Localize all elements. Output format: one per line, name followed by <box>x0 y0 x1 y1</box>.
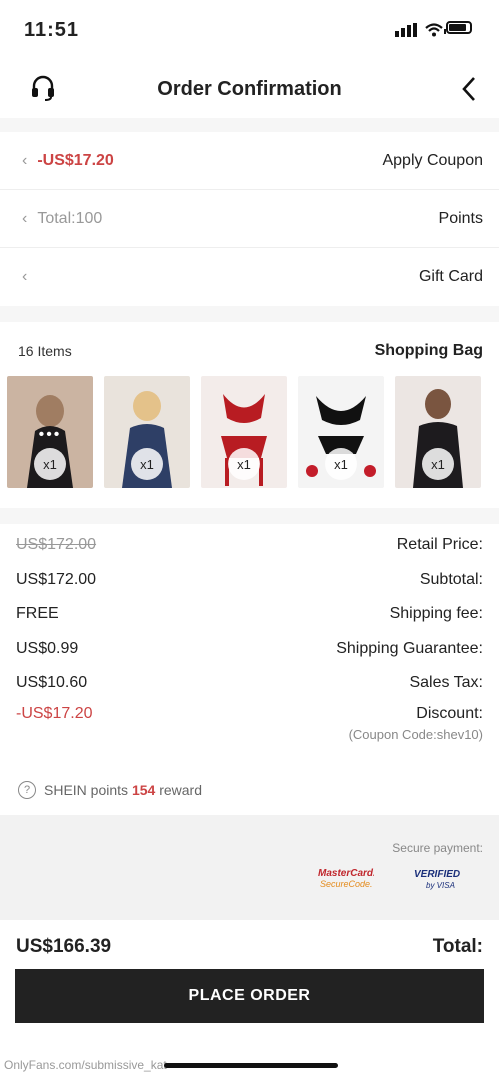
mastercard-securecode-logo: MasterCard. SecureCode. <box>318 866 376 895</box>
place-order-button[interactable]: PLACE ORDER <box>15 969 484 1023</box>
battery-icon <box>444 21 477 39</box>
shipping-guarantee-value: US$0.99 <box>16 639 79 657</box>
product-thumbnail[interactable]: x1 <box>298 376 384 488</box>
sales-tax-value: US$10.60 <box>16 674 88 692</box>
status-time: 11:51 <box>24 18 80 41</box>
shipping-guarantee-row[interactable]: US$0.99 Shipping Guarantee: <box>0 632 499 667</box>
gift-card-row[interactable]: ‹ Gift Card <box>0 248 499 306</box>
shipping-fee-label: Shipping fee: <box>389 605 483 623</box>
shipping-guarantee-label: Shipping Guarantee: <box>336 639 483 657</box>
product-thumbnail[interactable]: ••• x1 <box>7 376 93 488</box>
discount-row: -US$17.20 Discount: <box>0 701 499 727</box>
svg-text:VERIFIED: VERIFIED <box>414 869 460 880</box>
sales-tax-label: Sales Tax: <box>409 674 483 692</box>
coupon-label: Apply Coupon <box>382 151 483 169</box>
verified-by-visa-logo: VERIFIED by VISA <box>414 866 464 897</box>
svg-text:MasterCard.: MasterCard. <box>318 868 374 879</box>
bag-item-count: 16 Items <box>18 343 72 359</box>
more-dots-icon: ••• <box>38 426 62 443</box>
discount-label: Discount: <box>416 704 483 722</box>
discount-value: -US$17.20 <box>16 704 93 722</box>
signal-icon <box>395 23 417 37</box>
gift-card-label: Gift Card <box>418 268 483 285</box>
points-value: Total:100 <box>37 209 103 227</box>
chevron-left-icon: ‹ <box>22 209 28 227</box>
total-label: Total: <box>432 936 483 957</box>
secure-payment-label: Secure payment: <box>392 841 483 855</box>
status-icons <box>395 21 477 39</box>
bag-thumbnails[interactable]: ••• x1 x1 x1 x1 x1 <box>0 360 499 488</box>
chevron-left-icon: ‹ <box>22 151 28 169</box>
retail-price-label: Retail Price: <box>396 536 483 554</box>
header: Order Confirmation <box>0 60 499 118</box>
question-icon[interactable]: ? <box>18 780 36 799</box>
chevron-left-icon: ‹ <box>22 268 28 285</box>
qty-badge: x1 <box>228 448 260 480</box>
bag-title: Shopping Bag <box>374 342 483 359</box>
shopping-bag-card: 16 Items Shopping Bag ••• x1 x1 x1 x1 x1 <box>0 322 499 508</box>
product-thumbnail[interactable]: x1 <box>201 376 287 488</box>
coupon-code-note: (Coupon Code:shev10) <box>348 726 483 742</box>
coupon-value: -US$17.20 <box>37 151 114 169</box>
shipping-fee-value: FREE <box>16 605 59 623</box>
points-label: Points <box>438 209 483 227</box>
subtotal-value: US$172.00 <box>16 570 97 588</box>
reward-points-text: SHEIN points 154 reward <box>44 781 202 798</box>
checkout-bar: US$166.39 Total: PLACE ORDER OnlyFans.co… <box>0 920 499 1080</box>
qty-badge: x1 <box>34 448 66 480</box>
sales-tax-row: US$10.60 Sales Tax: <box>0 666 499 701</box>
shipping-fee-row: FREE Shipping fee: <box>0 597 499 632</box>
page-title: Order Confirmation <box>157 77 342 100</box>
price-summary: US$172.00 Retail Price: US$172.00 Subtot… <box>0 524 499 815</box>
apply-coupon-row[interactable]: ‹ -US$17.20 Apply Coupon <box>0 132 499 190</box>
wifi-icon <box>425 23 443 37</box>
status-bar: 11:51 <box>0 0 499 60</box>
home-indicator[interactable] <box>164 1063 338 1068</box>
subtotal-row: US$172.00 Subtotal: <box>0 563 499 598</box>
watermark: OnlyFans.com/submissive_kat <box>4 1058 167 1072</box>
svg-text:by VISA: by VISA <box>426 881 455 890</box>
options-card: ‹ -US$17.20 Apply Coupon ‹ Total:100 Point… <box>0 132 499 306</box>
headset-icon[interactable] <box>30 74 56 107</box>
svg-text:SecureCode.: SecureCode. <box>320 879 373 889</box>
qty-badge: x1 <box>131 448 163 480</box>
product-thumbnail[interactable]: x1 <box>395 376 481 488</box>
retail-price-value: US$172.00 <box>16 536 97 554</box>
retail-price-row: US$172.00 Retail Price: <box>0 528 499 563</box>
total-value: US$166.39 <box>16 936 112 957</box>
reward-points: ? SHEIN points 154 reward <box>0 775 499 805</box>
qty-badge: x1 <box>422 448 454 480</box>
points-row[interactable]: ‹ Total:100 Points <box>0 190 499 248</box>
qty-badge: x1 <box>325 448 357 480</box>
subtotal-label: Subtotal: <box>419 570 483 588</box>
back-chevron-icon[interactable] <box>461 76 477 107</box>
product-thumbnail[interactable]: x1 <box>104 376 190 488</box>
